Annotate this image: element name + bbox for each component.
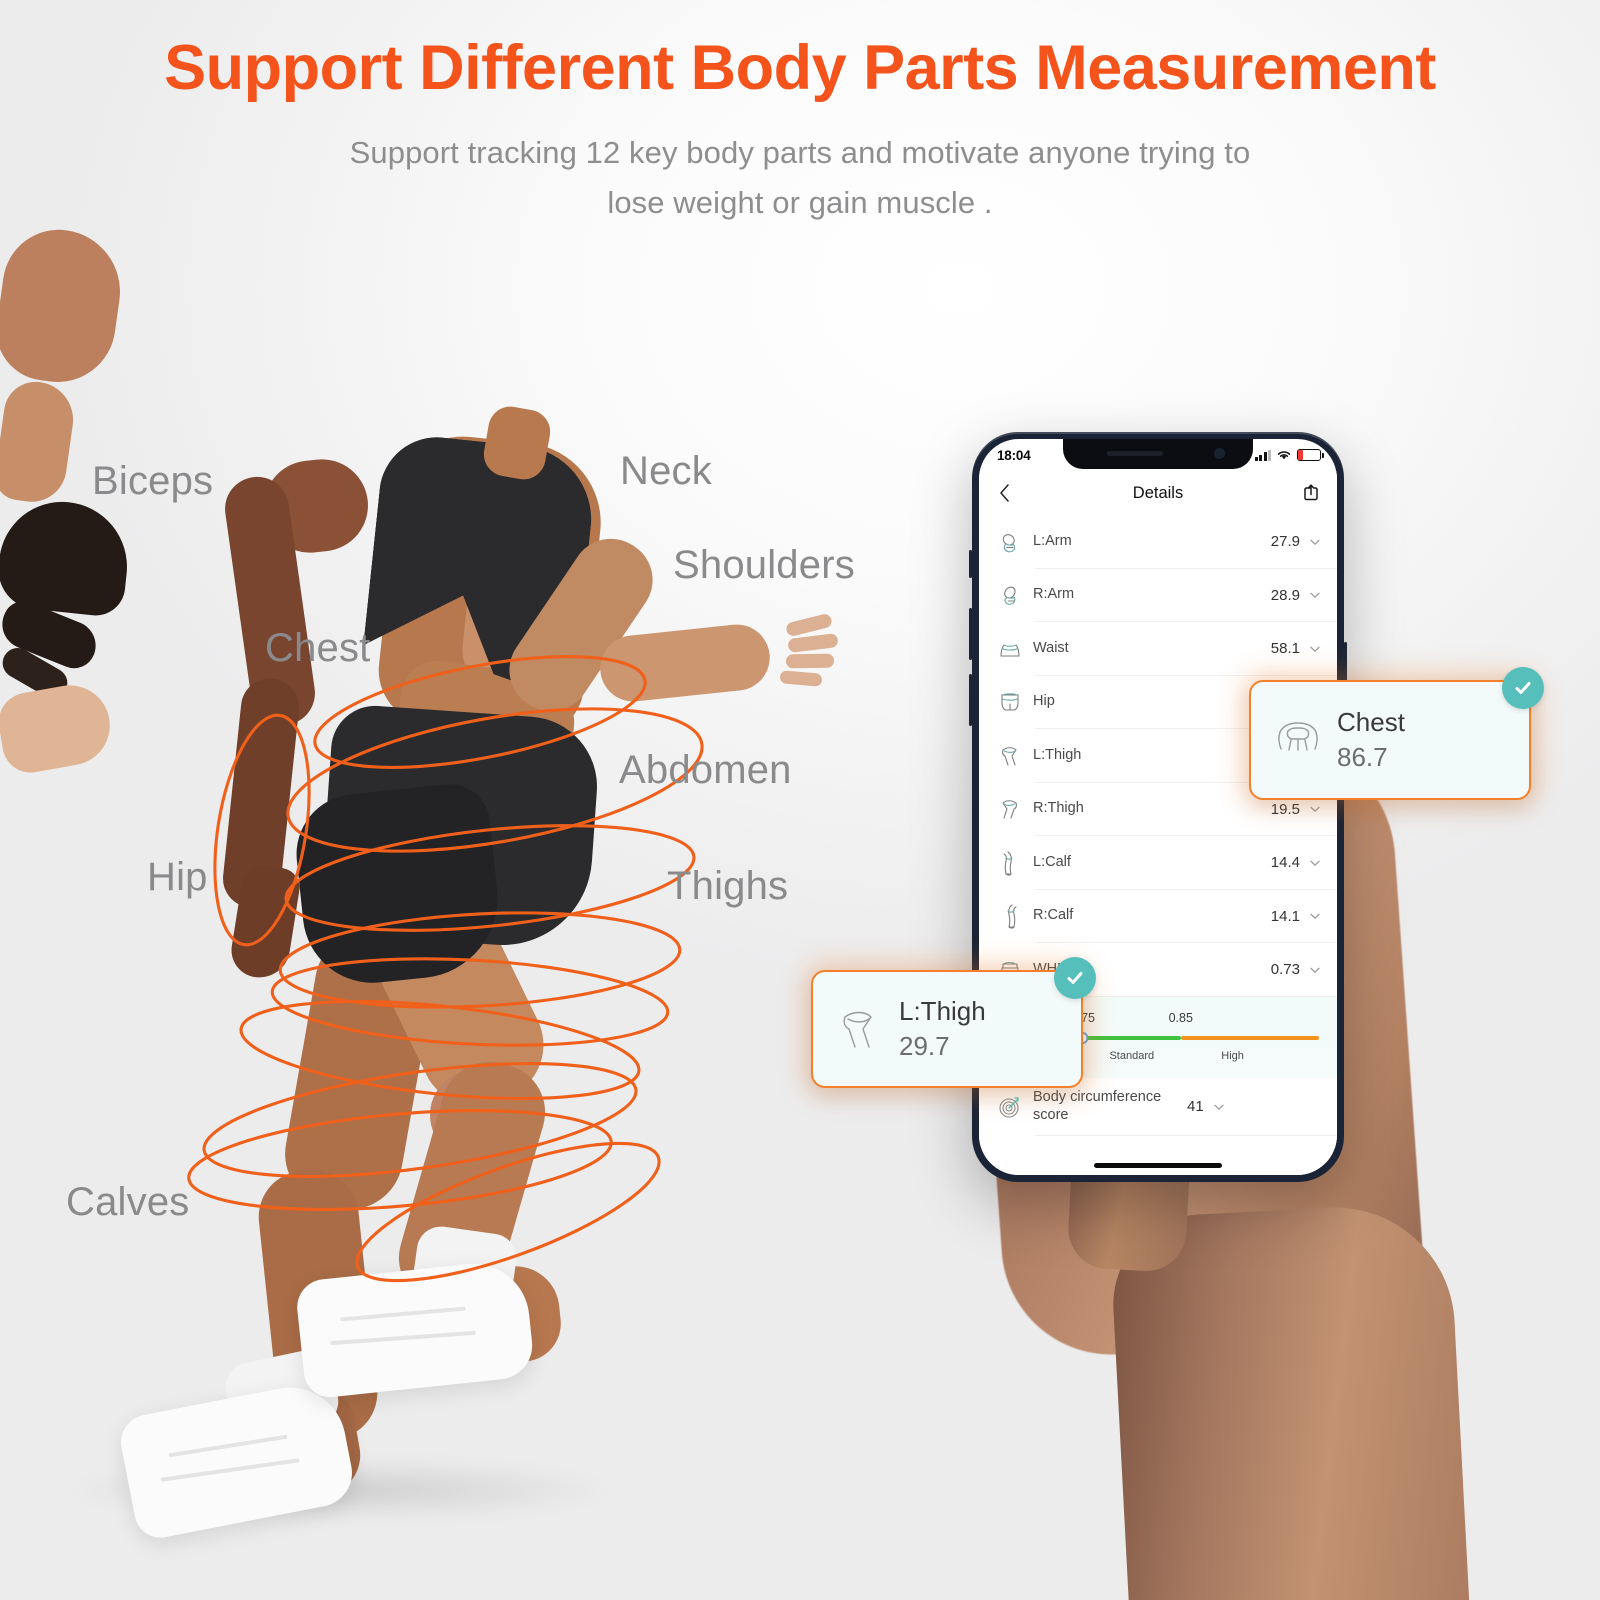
selected-badge <box>1054 957 1096 999</box>
share-button[interactable] <box>1301 482 1323 504</box>
callout-card-left-thigh[interactable]: L:Thigh 29.7 <box>811 957 1096 1088</box>
callout-name: L:Thigh <box>899 995 986 1026</box>
label-hip: Hip <box>147 855 208 899</box>
right-arm-icon <box>993 580 1027 610</box>
notch <box>1063 439 1253 469</box>
chevron-down-icon[interactable] <box>1309 643 1321 655</box>
volume-down-button[interactable] <box>969 674 972 726</box>
nav-title: Details <box>1132 483 1184 502</box>
page-subtitle: Support tracking 12 key body parts and m… <box>0 128 1600 228</box>
table-row[interactable]: R:Calf 14.1 <box>979 890 1337 944</box>
status-indicators <box>1254 449 1324 461</box>
subtitle-line-1: Support tracking 12 key body parts and m… <box>349 135 1251 171</box>
chevron-left-icon <box>999 484 1009 502</box>
label-thighs: Thighs <box>667 864 789 908</box>
whr-tick-2: 0.85 <box>1168 1010 1193 1025</box>
row-label: R:Calf <box>1033 907 1074 924</box>
row-value: 14.1 <box>1270 907 1300 925</box>
wifi-icon <box>1277 451 1291 460</box>
status-time: 18:04 <box>997 447 1031 463</box>
left-arm-icon <box>993 527 1027 557</box>
home-indicator <box>1094 1163 1222 1168</box>
page-title: Support Different Body Parts Measurement <box>164 33 1436 103</box>
target-score-icon <box>993 1092 1027 1122</box>
row-value: 41 <box>1187 1098 1204 1115</box>
chevron-down-icon[interactable] <box>1309 536 1321 548</box>
chevron-down-icon[interactable] <box>1309 589 1321 601</box>
callout-card-chest[interactable]: Chest 86.7 <box>1249 667 1544 800</box>
label-abdomen: Abdomen <box>619 748 792 792</box>
chevron-down-icon[interactable] <box>1309 857 1321 869</box>
right-calf-icon <box>993 901 1027 931</box>
row-value: 58.1 <box>1270 640 1300 658</box>
whr-zone-standard: Standard <box>1109 1049 1155 1062</box>
chevron-down-icon[interactable] <box>1309 803 1321 815</box>
row-label: Body circumference score <box>1033 1088 1162 1123</box>
finger-4 <box>779 670 823 687</box>
share-icon <box>1304 484 1318 501</box>
label-calves: Calves <box>66 1180 190 1224</box>
front-hand <box>0 679 117 777</box>
subtitle-line-2: lose weight or gain muscle . <box>607 185 993 221</box>
check-icon <box>1515 682 1531 694</box>
row-label: R:Thigh <box>1033 800 1084 817</box>
mute-switch[interactable] <box>969 550 972 578</box>
earpiece-speaker-icon <box>1107 451 1163 456</box>
head <box>0 222 129 390</box>
volume-up-button[interactable] <box>969 608 972 660</box>
row-value: 27.9 <box>1270 533 1300 551</box>
row-value: 19.5 <box>1270 800 1300 818</box>
left-thigh-icon <box>993 741 1027 771</box>
row-label: R:Arm <box>1033 586 1075 603</box>
whr-zone-high: High <box>1221 1049 1244 1062</box>
selected-badge <box>1502 667 1544 709</box>
callout-value: 86.7 <box>1337 742 1388 772</box>
whr-track-high <box>1180 1036 1319 1040</box>
back-button[interactable] <box>993 482 1015 504</box>
left-shoe <box>116 1377 358 1543</box>
left-calf-icon <box>993 848 1027 878</box>
table-row[interactable]: Waist 58.1 <box>979 622 1337 676</box>
chevron-down-icon[interactable] <box>1309 964 1321 976</box>
runner-figure <box>0 222 900 1600</box>
table-row[interactable]: L:Arm 27.9 <box>979 515 1337 569</box>
cellular-bars-icon <box>1254 449 1271 461</box>
row-value: 0.73 <box>1270 961 1300 979</box>
table-row[interactable]: R:Arm 28.9 <box>979 569 1337 623</box>
row-value: 14.4 <box>1270 854 1300 872</box>
label-neck: Neck <box>620 449 712 493</box>
chest-icon <box>1269 715 1327 765</box>
waist-icon <box>993 634 1027 664</box>
row-label: L:Calf <box>1033 853 1071 870</box>
label-chest: Chest <box>265 626 371 670</box>
callout-text: L:Thigh 29.7 <box>889 995 986 1064</box>
whr-track-standard <box>1082 1036 1181 1040</box>
right-thigh-icon <box>993 794 1027 824</box>
nav-bar: Details <box>979 471 1337 515</box>
label-biceps: Biceps <box>92 459 214 503</box>
check-icon <box>1067 972 1083 984</box>
right-shoe <box>294 1258 536 1400</box>
header: Support Different Body Parts Measurement… <box>0 34 1600 228</box>
left-thigh-icon <box>831 1004 889 1054</box>
promo-page: Support Different Body Parts Measurement… <box>0 0 1600 1600</box>
row-label: Waist <box>1033 639 1069 656</box>
callout-value: 29.7 <box>899 1031 950 1061</box>
hip-icon <box>993 687 1027 717</box>
chevron-down-icon[interactable] <box>1213 1101 1225 1113</box>
row-value: 28.9 <box>1270 586 1300 604</box>
face-highlight <box>0 377 79 507</box>
table-row[interactable]: L:Calf 14.4 <box>979 836 1337 890</box>
callout-text: Chest 86.7 <box>1327 706 1405 775</box>
hair <box>0 495 134 619</box>
chevron-down-icon[interactable] <box>1309 910 1321 922</box>
callout-name: Chest <box>1337 706 1405 737</box>
runner-photo: Biceps Neck Shoulders Chest Abdomen Hip … <box>0 222 900 1600</box>
battery-low-icon <box>1297 449 1324 461</box>
row-label: L:Arm <box>1033 532 1072 549</box>
front-camera-icon <box>1214 448 1225 459</box>
